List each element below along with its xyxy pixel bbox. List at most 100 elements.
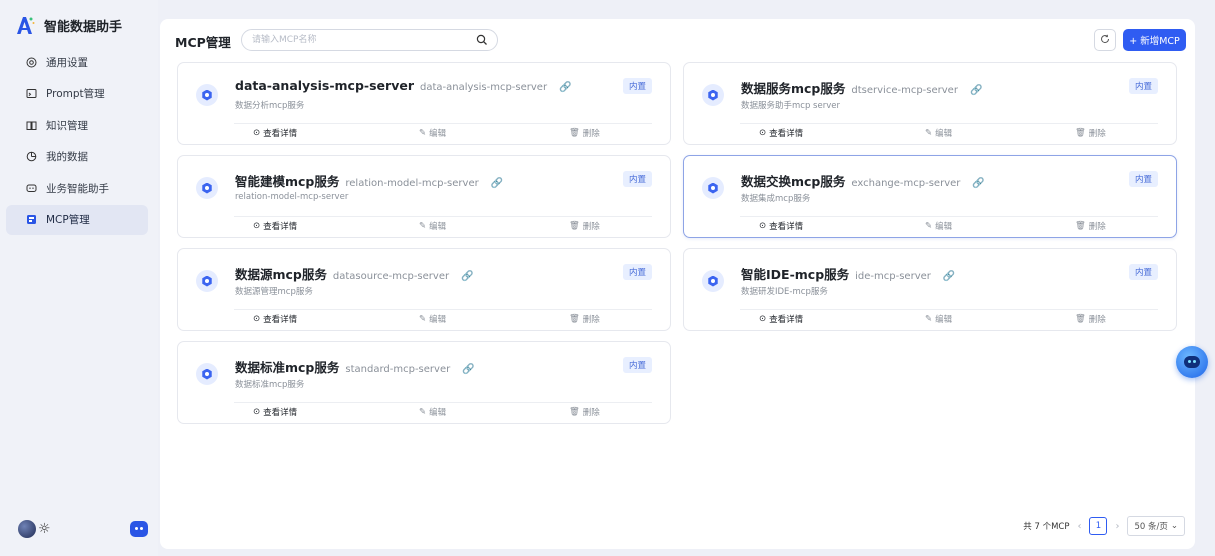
mcp-card: 智能建模mcp服务 relation-model-mcp-server 🔗 re… [177,155,671,238]
view-details-button[interactable]: ⊙ 查看详情 [759,220,803,232]
edit-button[interactable]: ✎ 编辑 [419,313,446,325]
mcp-icon [26,214,37,225]
next-page-button[interactable]: › [1115,521,1119,532]
edit-button[interactable]: ✎ 编辑 [925,313,952,325]
card-divider [234,123,652,124]
edit-button[interactable]: ✎ 编辑 [419,220,446,232]
card-code: standard-mcp-server [345,364,451,375]
card-divider [740,309,1158,310]
mcp-card: 数据服务mcp服务 dtservice-mcp-server 🔗 数据服务助手m… [683,62,1177,145]
edit-label: 编辑 [429,222,447,232]
sidebar-item-my-data[interactable]: 我的数据 [6,142,148,172]
add-mcp-button[interactable]: + 新增MCP [1123,29,1186,51]
view-details-label: 查看详情 [263,129,298,139]
delete-button[interactable]: 🗑 删除 [1075,220,1106,232]
link-icon[interactable]: 🔗 [972,178,984,189]
delete-label: 删除 [582,129,600,139]
card-name: data-analysis-mcp-server [235,78,414,93]
card-header: 数据标准mcp服务 standard-mcp-server 🔗 [235,357,475,376]
avatar[interactable] [18,520,36,538]
refresh-icon [1100,34,1110,47]
mcp-server-icon [702,270,724,292]
delete-button[interactable]: 🗑 删除 [1075,127,1106,139]
brand-logo-icon [14,14,36,36]
view-details-label: 查看详情 [263,408,298,418]
view-details-button[interactable]: ⊙ 查看详情 [759,127,803,139]
sidebar-item-business-assistant[interactable]: 业务智能助手 [6,173,148,203]
mcp-server-icon [196,177,218,199]
page-title: MCP管理 [175,35,231,50]
delete-button[interactable]: 🗑 删除 [569,127,600,139]
search-box [241,29,498,51]
builtin-badge: 内置 [622,357,652,373]
edit-icon: ✎ [925,221,933,231]
edit-button[interactable]: ✎ 编辑 [925,127,952,139]
edit-label: 编辑 [935,315,953,325]
builtin-badge: 内置 [1128,264,1158,280]
refresh-button[interactable] [1094,29,1116,51]
view-details-label: 查看详情 [769,222,804,232]
edit-button[interactable]: ✎ 编辑 [419,127,446,139]
mcp-server-icon [196,270,218,292]
chat-assistant-icon[interactable] [130,521,148,537]
page-number[interactable]: 1 [1089,517,1108,535]
sidebar-footer: ☼ [14,520,148,542]
sidebar-item-general-settings[interactable]: 通用设置 [6,47,148,77]
link-icon[interactable]: 🔗 [461,271,473,282]
view-details-button[interactable]: ⊙ 查看详情 [253,220,297,232]
builtin-badge: 内置 [622,78,652,94]
card-description: 数据集成mcp服务 [741,194,811,204]
mcp-card: 数据标准mcp服务 standard-mcp-server 🔗 数据标准mcp服… [177,341,671,424]
view-details-button[interactable]: ⊙ 查看详情 [253,313,297,325]
delete-button[interactable]: 🗑 删除 [569,406,600,418]
card-header: 智能IDE-mcp服务 ide-mcp-server 🔗 [741,264,955,283]
view-details-button[interactable]: ⊙ 查看详情 [759,313,803,325]
card-name: 数据标准mcp服务 [235,360,340,375]
view-details-label: 查看详情 [263,222,298,232]
view-details-button[interactable]: ⊙ 查看详情 [253,127,297,139]
sidebar-nav: 通用设置 Prompt管理 知识管理 我的数据 业务智能助手 MCP管理 [6,47,148,237]
trash-icon: 🗑 [1075,221,1086,231]
trash-icon: 🗑 [1075,314,1086,324]
link-icon[interactable]: 🔗 [462,364,474,375]
mcp-card: data-analysis-mcp-server data-analysis-m… [177,62,671,145]
card-actions: ⊙ 查看详情 ✎ 编辑 🗑 删除 [178,313,670,329]
edit-icon: ✎ [419,221,427,231]
edit-button[interactable]: ✎ 编辑 [925,220,952,232]
card-name: 数据服务mcp服务 [741,81,846,96]
card-name: 智能IDE-mcp服务 [741,267,850,282]
sidebar-item-label: MCP管理 [46,214,90,227]
eye-icon: ⊙ [759,221,767,231]
link-icon[interactable]: 🔗 [559,82,571,93]
search-icon[interactable] [476,34,488,46]
mcp-card: 数据源mcp服务 datasource-mcp-server 🔗 数据源管理mc… [177,248,671,331]
edit-label: 编辑 [429,315,447,325]
link-icon[interactable]: 🔗 [943,271,955,282]
link-icon[interactable]: 🔗 [491,178,503,189]
edit-button[interactable]: ✎ 编辑 [419,406,446,418]
prev-page-button[interactable]: ‹ [1077,521,1081,532]
sidebar-item-prompt[interactable]: Prompt管理 [6,79,148,109]
delete-button[interactable]: 🗑 删除 [569,220,600,232]
view-details-label: 查看详情 [769,315,804,325]
delete-button[interactable]: 🗑 删除 [1075,313,1106,325]
page-size-select[interactable]: 50 条/页 ⌄ [1127,516,1185,536]
sidebar-item-mcp[interactable]: MCP管理 [6,204,148,235]
mcp-server-icon [702,84,724,106]
link-icon[interactable]: 🔗 [970,85,982,96]
sidebar-item-label: 通用设置 [46,56,88,69]
trash-icon: 🗑 [1075,128,1086,138]
delete-button[interactable]: 🗑 删除 [569,313,600,325]
card-description: 数据源管理mcp服务 [235,287,313,297]
sidebar-item-knowledge[interactable]: 知识管理 [6,110,148,140]
sidebar-item-label: 我的数据 [46,151,88,164]
search-input[interactable] [252,33,472,47]
pagination: 共 7 个MCP ‹ 1 › 50 条/页 ⌄ [1023,516,1185,536]
delete-label: 删除 [1088,222,1106,232]
view-details-button[interactable]: ⊙ 查看详情 [253,406,297,418]
card-name: 数据源mcp服务 [235,267,327,282]
card-code: relation-model-mcp-server [345,178,479,189]
sun-icon[interactable]: ☼ [38,521,51,537]
floating-assistant-button[interactable] [1176,346,1208,378]
view-details-label: 查看详情 [769,129,804,139]
